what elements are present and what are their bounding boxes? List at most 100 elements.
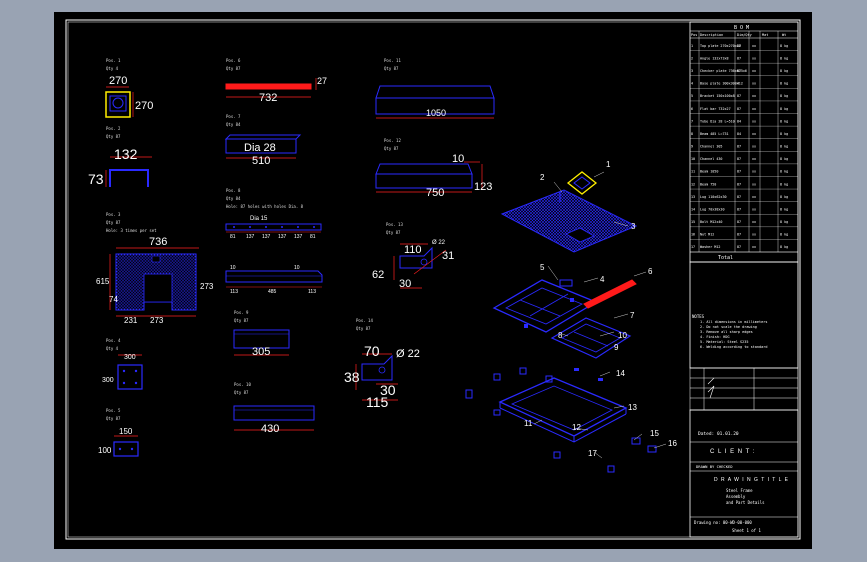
balloon-2: 2 xyxy=(540,173,545,182)
bom-cell: 15 xyxy=(691,220,695,224)
cad-drawing: Pos. 1 Qty 4 270 270 Pos. 2 Qty 87 132 7… xyxy=(65,19,801,540)
part-13-c: 30 xyxy=(399,278,411,290)
bom-cell: 8 kg xyxy=(780,94,788,98)
bom-cell: Bolt M12x40 xyxy=(700,220,722,224)
bom-cell: xx xyxy=(752,94,756,98)
bom-cell: Washer M12 xyxy=(700,245,720,249)
part-14-qty: Qty 87 xyxy=(356,326,371,331)
balloon-15: 15 xyxy=(650,429,659,438)
part-8-beam: Pos. 8 Qty 84 Hole: 87 holes with holes … xyxy=(225,188,323,295)
bom-cell: 1 xyxy=(691,44,693,48)
part-11-beam: Pos. 11 Qty 87 1050 xyxy=(375,58,495,119)
balloon-13: 13 xyxy=(628,403,637,412)
note-3: 3. Remove all sharp edges xyxy=(700,330,753,334)
part-10-qty: Qty 87 xyxy=(234,390,249,395)
bom-cell: 87 xyxy=(737,69,741,73)
bom-cell: xx xyxy=(752,220,756,224)
balloon-9: 9 xyxy=(614,343,619,352)
bom-cell: 87 xyxy=(737,145,741,149)
bom-rows: 1 Top plate 270x270x1087 xx 8 kg2 Angle 132x… xyxy=(690,44,798,253)
part-2-height-dim: 73 xyxy=(88,171,104,187)
title-block: Dated: 01.01.20 C L I E N T : DRAWN BY C… xyxy=(689,409,799,538)
bom-cell: xx xyxy=(752,69,756,73)
part-6-name: Pos. 6 xyxy=(226,58,241,63)
bom-cell: 14 xyxy=(691,207,695,211)
part-5-width-dim: 150 xyxy=(119,427,133,436)
bom-cell: 13 xyxy=(691,195,695,199)
bom-cell: xx xyxy=(752,145,756,149)
bom-total: Total xyxy=(718,255,733,261)
bom-cell: Nut M12 xyxy=(700,233,714,237)
part-1-width-dim: 270 xyxy=(109,75,127,87)
part-7-name: Pos. 7 xyxy=(226,114,241,119)
bom-cell: 7 xyxy=(691,119,693,123)
balloon-14: 14 xyxy=(616,369,625,378)
part-13-a: 110 xyxy=(404,244,422,256)
bom-cell: Beam 750 xyxy=(700,182,716,186)
part-5-bracket: Pos. 5 Qty 87 150 100 xyxy=(98,408,139,457)
bom-cell: 8 kg xyxy=(780,145,788,149)
part-7-qty: Qty 84 xyxy=(226,122,241,127)
part-8-note: Hole: 87 holes with holes Dia. 8 xyxy=(226,204,304,209)
drawing-title-line-2: Assembly xyxy=(726,494,746,499)
bom-cell: Lug 110x62x30 xyxy=(700,195,727,199)
part-8-seg-6: 81 xyxy=(310,234,316,240)
bom-cell: 87 xyxy=(737,157,741,161)
bom-cell: 8 kg xyxy=(780,182,788,186)
balloon-4: 4 xyxy=(600,275,605,284)
part-8-b2: 10 xyxy=(294,265,300,271)
part-12-len-dim: 750 xyxy=(426,187,444,199)
part-14-b: 38 xyxy=(344,369,360,385)
balloon-6: 6 xyxy=(648,267,653,276)
bom-cell: xx xyxy=(752,207,756,211)
part-3-qty: Qty 87 xyxy=(106,220,121,225)
part-2-name: Pos. 2 xyxy=(106,126,121,131)
part-4-height-dim: 300 xyxy=(102,377,114,384)
sheet-number: Sheet 1 of 1 xyxy=(732,528,761,533)
part-7-tube: Pos. 7 Qty 84 Dia 28 510 xyxy=(224,114,302,167)
part-6-qty: Qty 87 xyxy=(226,66,241,71)
part-10-name: Pos. 10 xyxy=(234,382,251,387)
part-8-name: Pos. 8 xyxy=(226,188,241,193)
drawing-title-label: D R A W I N G T I T L E xyxy=(714,477,789,483)
part-10-channel: Pos. 10 Qty 87 430 xyxy=(233,382,315,435)
part-1-height-dim: 270 xyxy=(135,100,153,112)
bom-cell: 16 xyxy=(691,233,695,237)
part-14-d: 115 xyxy=(366,394,389,410)
part-4-base-plate: Pos. 4 Qty 4 300 300 xyxy=(102,338,143,390)
balloon-10: 10 xyxy=(618,331,627,340)
bom-cell: 87 xyxy=(737,170,741,174)
bom-cell: 9 xyxy=(691,145,693,149)
note-2: 2. Do not scale the drawing xyxy=(700,325,757,329)
part-10-len-dim: 430 xyxy=(261,423,279,435)
bom-cell: 84 xyxy=(737,132,741,136)
bom-cell: 8 kg xyxy=(780,170,788,174)
note-6: 6. Welding according to standard xyxy=(700,345,767,349)
balloon-11: 11 xyxy=(524,419,533,428)
bom-header-1: Description xyxy=(700,33,723,37)
bom-cell: Beam 485 L=731 xyxy=(700,132,729,136)
part-8-seg-1: 81 xyxy=(230,234,236,240)
isometric-assembly: 1 2 3 4 5 6 7 8 9 10 11 12 13 14 15 16 1… xyxy=(465,160,677,473)
bom-cell: 8 kg xyxy=(780,56,788,60)
part-8-seg-3: 137 xyxy=(262,234,271,240)
bom-cell: 8 kg xyxy=(780,195,788,199)
part-3-width-dim: 736 xyxy=(149,236,167,248)
bom-cell: 8 kg xyxy=(780,107,788,111)
client-label: C L I E N T : xyxy=(710,449,756,455)
bom-cell: Bracket 150x100x8 xyxy=(700,94,735,98)
part-3-name: Pos. 3 xyxy=(106,212,121,217)
part-9-channel: Pos. 9 Qty 87 305 xyxy=(233,310,290,358)
bom-cell: xx xyxy=(752,82,756,86)
note-1: 1. All dimensions in millimeters xyxy=(700,320,767,324)
bom-cell: 10 xyxy=(691,157,695,161)
drawing-title-line-1: Steel Frame xyxy=(726,488,753,493)
bom-cell: Tube Dia 28 L=510 xyxy=(700,119,735,123)
part-14-dia: Ø 22 xyxy=(396,348,420,360)
bom-cell: xx xyxy=(752,157,756,161)
designed-by: DRAWN BY CHECKED xyxy=(696,464,733,469)
part-7-dia: Dia 28 xyxy=(244,142,276,154)
bom-cell: 87 xyxy=(737,94,741,98)
part-3-dim-bottom-1: 231 xyxy=(124,316,138,325)
part-6-len-dim: 732 xyxy=(259,92,277,104)
